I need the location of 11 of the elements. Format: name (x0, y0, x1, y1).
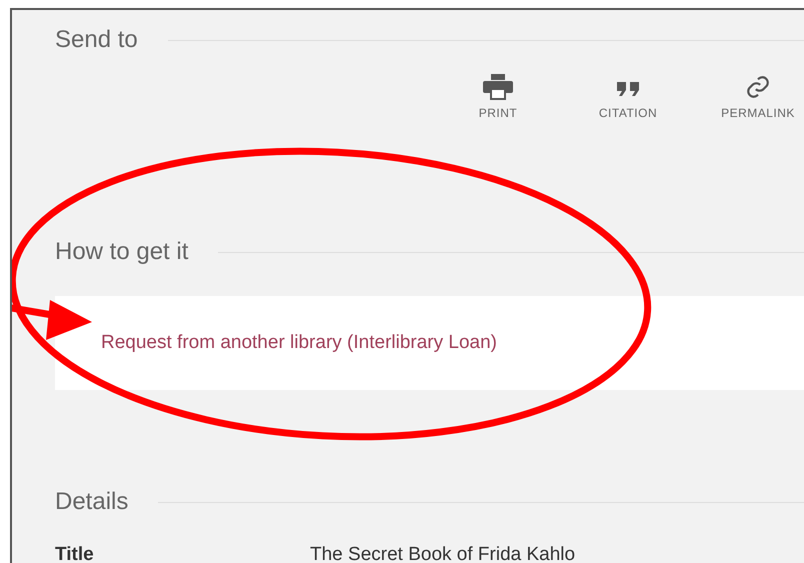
print-button[interactable]: PRINT (438, 70, 558, 130)
section-heading: Send to (55, 26, 138, 54)
permalink-button[interactable]: PERMALINK (698, 70, 804, 130)
link-icon (745, 74, 771, 100)
detail-value: The Secret Book of Frida Kahlo (310, 544, 576, 563)
section-heading: Details (55, 488, 128, 516)
citation-button[interactable]: CITATION (568, 70, 688, 130)
printer-icon (483, 74, 513, 100)
detail-label: Title (55, 544, 95, 563)
interlibrary-loan-link[interactable]: Request from another library (Interlibrary Loan) (101, 332, 498, 354)
section-heading: How to get it (55, 238, 188, 266)
